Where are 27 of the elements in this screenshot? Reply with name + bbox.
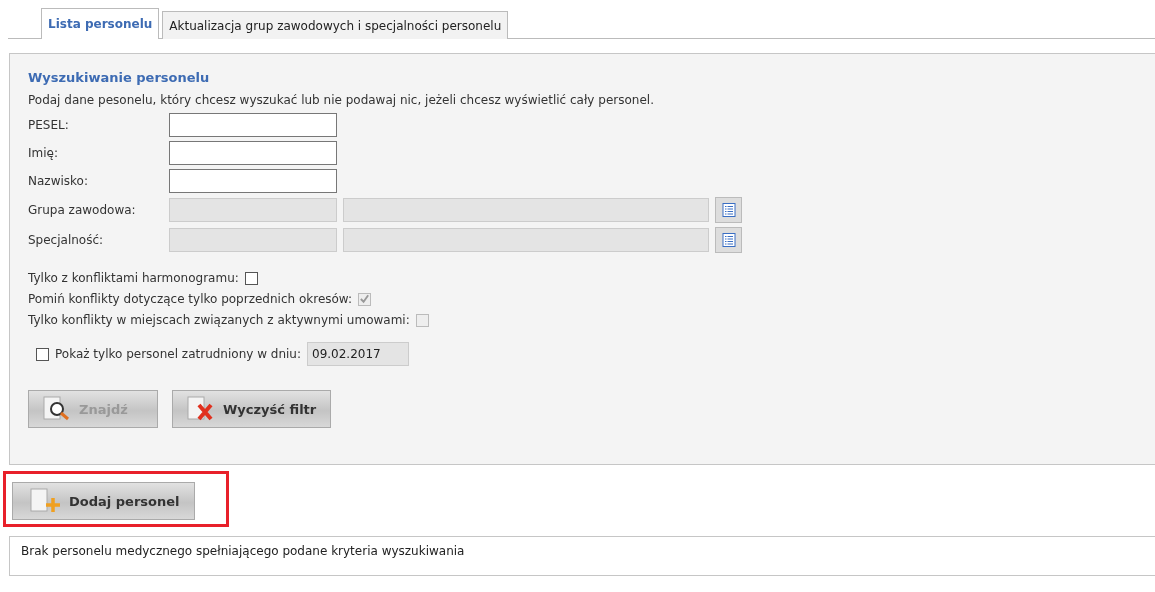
text-field[interactable] [169, 113, 337, 137]
tab[interactable]: Aktualizacja grup zawodowych i specjalności personelu [162, 11, 509, 39]
field-label: Specjalność: [28, 233, 105, 247]
list-picker-button[interactable] [715, 227, 742, 253]
field-label: PESEL: [28, 118, 70, 132]
panel-description: Podaj dane pesonelu, który chcesz wyszukać lub nie podawaj nic, jeżeli chcesz wyświetlić cały personel. [28, 93, 655, 107]
option-label: Tylko z konfliktami harmonogramu: [28, 271, 239, 285]
checkbox[interactable] [36, 347, 49, 361]
result-message: Brak personelu medycznego spełniającego podane kryteria wyszukiwania [9, 536, 1155, 576]
field-label: Imię: [28, 146, 59, 160]
option-label: Tylko konflikty w miejscach związanych z aktywnymi umowami: [28, 313, 410, 327]
field-label: Grupa zawodowa: [28, 203, 137, 217]
option-label: Pomiń konflikty dotyczące tylko poprzednich okresów: [28, 292, 353, 306]
add-personnel-button[interactable]: Dodaj personel [12, 482, 195, 520]
list-icon [721, 233, 736, 247]
document-plus-icon [29, 488, 63, 514]
date-field[interactable]: 09.02.2017 [307, 342, 409, 366]
list-icon [721, 203, 736, 217]
action-button[interactable]: Wyczyść filtr [172, 390, 332, 428]
option-label: Pokaż tylko personel zatrudniony w dniu: [55, 347, 301, 361]
field-label: Nazwisko: [28, 174, 89, 188]
text-field[interactable] [169, 169, 337, 193]
list-picker-button[interactable] [715, 197, 742, 223]
checkbox[interactable] [244, 271, 258, 285]
text-field[interactable] [169, 141, 337, 165]
panel-title: Wyszukiwanie personelu [28, 70, 211, 85]
tab[interactable]: Lista personelu [41, 8, 160, 39]
